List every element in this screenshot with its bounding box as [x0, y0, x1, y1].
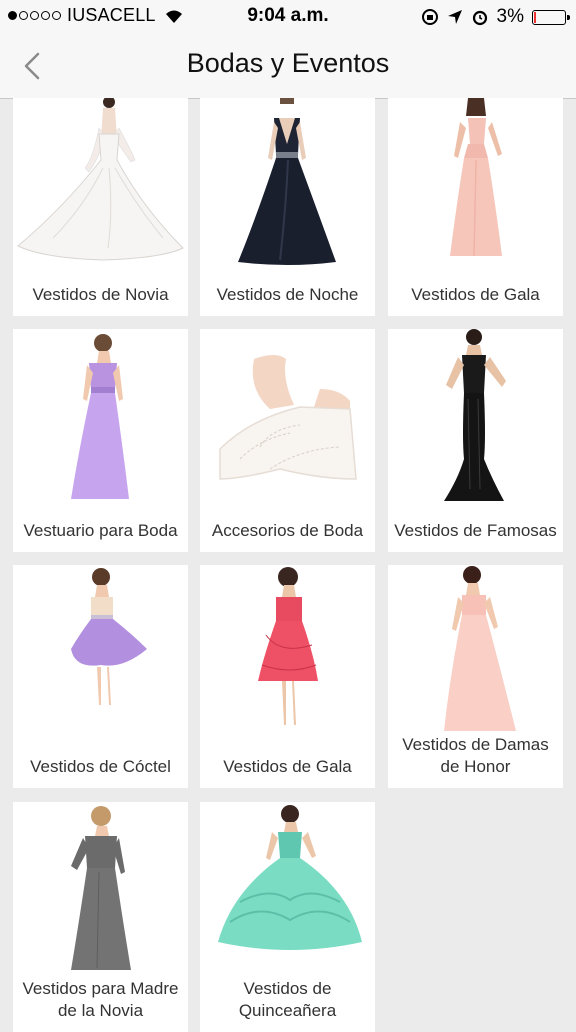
- category-label: Vestidos de Novia: [32, 285, 169, 304]
- category-card[interactable]: Vestidos para Madre de la Novia: [13, 802, 188, 1032]
- dress-image: [218, 805, 362, 950]
- alarm-icon: [472, 10, 487, 26]
- category-label: Vestidos de Gala: [223, 757, 352, 776]
- dress-image: [17, 98, 184, 261]
- category-label: Vestidos de Damas de Honor: [402, 735, 549, 776]
- category-label: Vestidos de Noche: [216, 285, 359, 304]
- dress-image: [71, 334, 129, 499]
- dress-image: [444, 566, 516, 731]
- dress-image: [450, 98, 502, 257]
- battery-percent: 3%: [496, 6, 524, 27]
- dress-image: [238, 98, 336, 265]
- navigation-bar: Bodas y Eventos: [0, 34, 576, 99]
- category-card[interactable]: Vestidos de Damas de Honor: [388, 565, 563, 788]
- category-card[interactable]: Vestuario para Boda: [13, 329, 188, 552]
- category-card[interactable]: Vestidos de Gala: [388, 98, 563, 316]
- category-card[interactable]: Vestidos de Quinceañera: [200, 802, 375, 1032]
- category-label: Accesorios de Boda: [211, 521, 364, 540]
- category-card[interactable]: Accesorios de Boda: [200, 329, 375, 552]
- dress-image: [258, 567, 318, 725]
- dress-image: [71, 568, 147, 705]
- location-arrow-icon: [447, 10, 462, 24]
- category-label: Vestidos de Quinceañera: [238, 979, 337, 1020]
- battery-icon: [532, 9, 570, 25]
- category-card[interactable]: Vestidos de Noche: [200, 98, 375, 316]
- category-label: Vestuario para Boda: [23, 521, 178, 540]
- dress-image: [71, 806, 131, 970]
- gloves-image: [219, 355, 357, 480]
- category-card[interactable]: Vestidos de Gala: [200, 565, 375, 788]
- category-label: Vestidos para Madre de la Novia: [22, 979, 179, 1020]
- category-card[interactable]: Vestidos de Famosas: [388, 329, 563, 552]
- status-bar: IUSACELL 9:04 a.m. 3%: [0, 0, 576, 34]
- category-card[interactable]: Vestidos de Cóctel: [13, 565, 188, 788]
- category-card[interactable]: Vestidos de Novia: [13, 98, 188, 316]
- category-label: Vestidos de Cóctel: [30, 757, 171, 776]
- page-title: Bodas y Eventos: [186, 48, 390, 78]
- rotation-lock-icon: [421, 9, 438, 25]
- category-label: Vestidos de Gala: [411, 285, 540, 304]
- category-label: Vestidos de Famosas: [394, 521, 557, 540]
- dress-image: [444, 329, 506, 501]
